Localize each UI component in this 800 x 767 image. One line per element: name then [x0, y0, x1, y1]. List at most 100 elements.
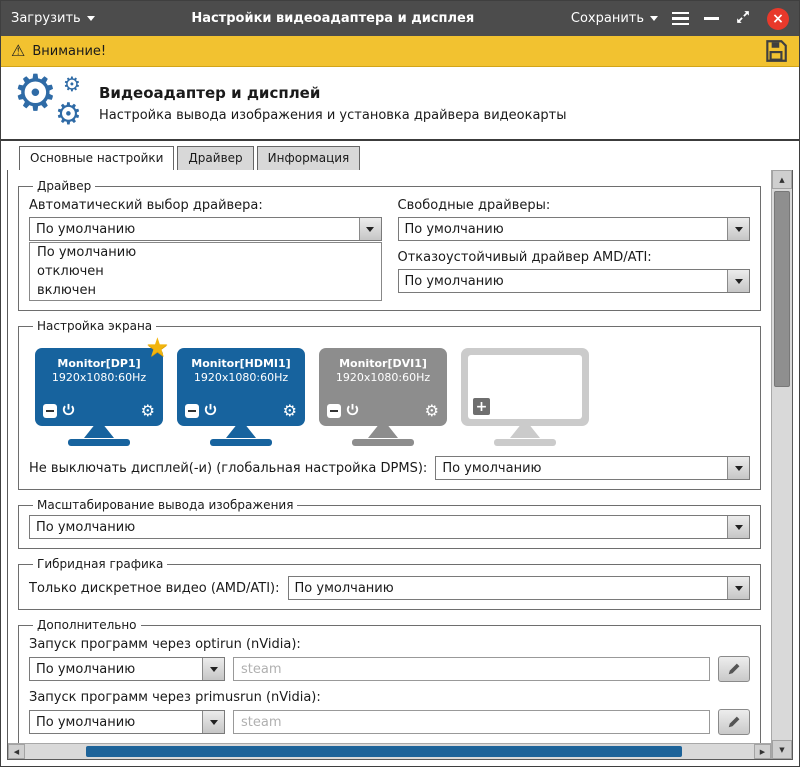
window-title: Настройки видеоадаптера и дисплея: [95, 11, 571, 26]
driver-section: Драйвер Автоматический выбор драйвера: П…: [18, 179, 761, 311]
page-title: Видеоадаптер и дисплей: [99, 84, 567, 102]
optirun-edit-button[interactable]: [718, 656, 750, 682]
chevron-down-icon[interactable]: [359, 218, 381, 240]
monitor-mode: 1920x1080:60Hz: [35, 370, 163, 384]
hybrid-section-legend: Гибридная графика: [33, 557, 167, 571]
scroll-up-button[interactable]: ▲: [772, 170, 792, 189]
vertical-scrollbar[interactable]: ▲ ▼: [771, 170, 792, 759]
remove-monitor-button[interactable]: [185, 404, 199, 418]
monitor-card[interactable]: Monitor[HDMI1] 1920x1080:60Hz: [177, 348, 305, 446]
pencil-icon: [727, 662, 741, 676]
optirun-value: По умолчанию: [30, 658, 202, 680]
primusrun-command-input[interactable]: [233, 710, 710, 734]
minimize-button[interactable]: [704, 17, 719, 20]
chevron-down-icon[interactable]: [727, 516, 749, 538]
save-settings-button[interactable]: [763, 38, 789, 64]
save-dropdown-button[interactable]: Сохранить: [571, 11, 658, 26]
save-label: Сохранить: [571, 11, 644, 26]
load-label: Загрузить: [11, 11, 81, 26]
monitor-name: Monitor[DP1]: [35, 348, 163, 370]
scroll-down-button[interactable]: ▼: [772, 740, 792, 759]
screen-section-legend: Настройка экрана: [33, 319, 156, 333]
monitor-settings-button[interactable]: ⚙: [425, 403, 439, 419]
arrow-down-icon: ▼: [779, 746, 784, 754]
screen-section: Настройка экрана ★ Monitor[DP1] 1920x108…: [18, 319, 761, 490]
close-button[interactable]: ×: [767, 8, 789, 30]
failsafe-driver-select[interactable]: По умолчанию: [398, 269, 751, 293]
auto-driver-options-list: По умолчанию отключен включен: [29, 242, 382, 301]
tab-info[interactable]: Информация: [257, 146, 361, 170]
monitor-card[interactable]: Monitor[DVI1] 1920x1080:60Hz: [319, 348, 447, 446]
remove-monitor-button[interactable]: [327, 404, 341, 418]
auto-driver-label: Автоматический выбор драйвера:: [29, 198, 382, 213]
monitor-name: Monitor[DVI1]: [319, 348, 447, 370]
add-monitor-button[interactable]: +: [473, 398, 490, 415]
extra-section: Дополнительно Запуск программ через opti…: [18, 618, 761, 743]
primusrun-edit-button[interactable]: [718, 709, 750, 735]
vertical-scrollbar-thumb[interactable]: [774, 191, 790, 387]
primusrun-value: По умолчанию: [30, 711, 202, 733]
empty-monitor-slot[interactable]: +: [461, 348, 589, 446]
load-dropdown-button[interactable]: Загрузить: [11, 11, 95, 26]
list-option[interactable]: отключен: [30, 262, 381, 281]
chevron-down-icon[interactable]: [727, 457, 749, 479]
list-option[interactable]: включен: [30, 281, 381, 300]
power-button[interactable]: [204, 401, 217, 420]
primusrun-label: Запуск программ через primusrun (nVidia)…: [29, 690, 750, 705]
horizontal-scrollbar[interactable]: ◀ ▶: [8, 743, 771, 759]
extra-section-legend: Дополнительно: [33, 618, 141, 632]
monitor-mode: 1920x1080:60Hz: [177, 370, 305, 384]
discrete-video-value: По умолчанию: [289, 577, 727, 599]
list-option[interactable]: По умолчанию: [30, 243, 381, 262]
warning-bar: ⚠ Внимание!: [1, 36, 799, 67]
auto-driver-select[interactable]: По умолчанию: [29, 217, 382, 241]
warning-text: Внимание!: [32, 44, 106, 59]
gear-icon: ⚙: [63, 74, 81, 94]
power-icon: [204, 403, 217, 416]
chevron-down-icon[interactable]: [727, 577, 749, 599]
chevron-down-icon[interactable]: [202, 711, 224, 733]
tab-content: Драйвер Автоматический выбор драйвера: П…: [7, 169, 793, 760]
primusrun-select[interactable]: По умолчанию: [29, 710, 225, 734]
dpms-value: По умолчанию: [436, 457, 727, 479]
chevron-down-icon[interactable]: [727, 218, 749, 240]
optirun-select[interactable]: По умолчанию: [29, 657, 225, 681]
optirun-command-input[interactable]: [233, 657, 710, 681]
monitor-settings-button[interactable]: ⚙: [141, 403, 155, 419]
gear-icon: ⚙: [13, 68, 58, 118]
floppy-save-icon: [763, 38, 789, 64]
monitor-settings-button[interactable]: ⚙: [283, 403, 297, 419]
pencil-icon: [727, 715, 741, 729]
scaling-select[interactable]: По умолчанию: [29, 515, 750, 539]
expand-icon: [734, 8, 752, 26]
driver-section-legend: Драйвер: [33, 179, 95, 193]
app-window: Загрузить Настройки видеоадаптера и дисп…: [0, 0, 800, 767]
dpms-select[interactable]: По умолчанию: [435, 456, 750, 480]
monitor-row: ★ Monitor[DP1] 1920x1080:60Hz: [35, 348, 748, 446]
failsafe-driver-value: По умолчанию: [399, 270, 728, 292]
tab-bar: Основные настройки Драйвер Информация: [1, 141, 799, 170]
free-drivers-select[interactable]: По умолчанию: [398, 217, 751, 241]
power-icon: [62, 403, 75, 416]
discrete-video-select[interactable]: По умолчанию: [288, 576, 750, 600]
gear-icon: ⚙: [55, 100, 82, 130]
power-button[interactable]: [62, 401, 75, 420]
free-drivers-label: Свободные драйверы:: [398, 198, 751, 213]
tab-driver[interactable]: Драйвер: [177, 146, 253, 170]
monitor-card[interactable]: ★ Monitor[DP1] 1920x1080:60Hz: [35, 348, 163, 446]
chevron-down-icon: [87, 16, 95, 21]
chevron-down-icon[interactable]: [202, 658, 224, 680]
close-icon: ×: [772, 12, 784, 26]
horizontal-scrollbar-thumb[interactable]: [86, 746, 682, 757]
scroll-left-button[interactable]: ◀: [8, 744, 25, 759]
power-button[interactable]: [346, 401, 359, 420]
arrow-up-icon: ▲: [779, 176, 784, 184]
remove-monitor-button[interactable]: [43, 404, 57, 418]
chevron-down-icon[interactable]: [727, 270, 749, 292]
menu-icon[interactable]: [672, 12, 689, 26]
optirun-label: Запуск программ через optirun (nVidia):: [29, 637, 750, 652]
titlebar: Загрузить Настройки видеоадаптера и дисп…: [1, 1, 799, 36]
scroll-right-button[interactable]: ▶: [754, 744, 771, 759]
tab-basic-settings[interactable]: Основные настройки: [19, 146, 174, 170]
maximize-button[interactable]: [734, 8, 752, 30]
